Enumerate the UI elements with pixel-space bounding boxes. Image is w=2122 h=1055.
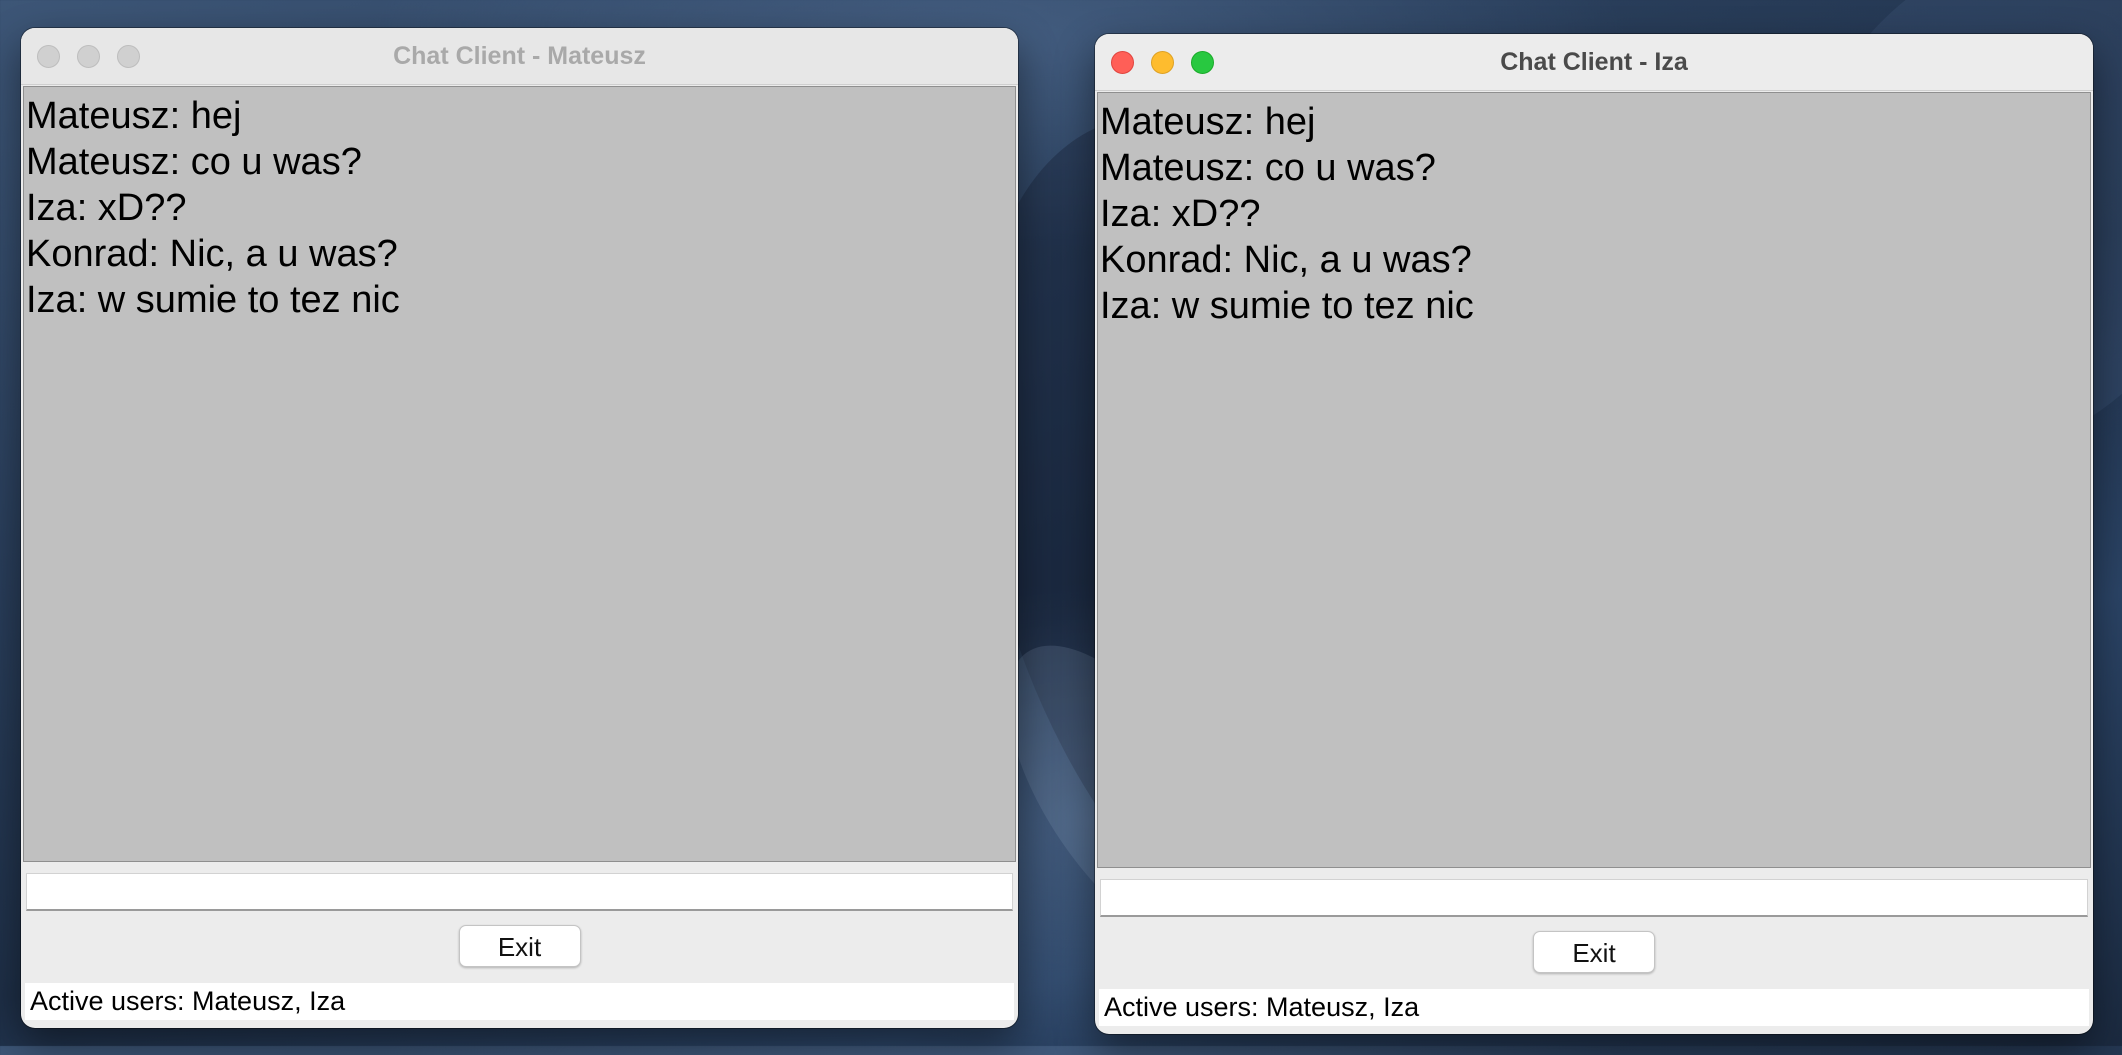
- window-titlebar[interactable]: Chat Client - Mateusz: [21, 28, 1018, 85]
- window-titlebar[interactable]: Chat Client - Iza: [1095, 34, 2093, 91]
- chat-message: Iza: xD??: [1100, 193, 1261, 235]
- chat-message: Mateusz: co u was?: [1100, 147, 1436, 189]
- message-input[interactable]: [26, 873, 1013, 911]
- chat-message: Iza: xD??: [26, 187, 187, 229]
- chat-message: Konrad: Nic, a u was?: [26, 233, 398, 275]
- chat-message: Iza: w sumie to tez nic: [26, 279, 400, 321]
- chat-message: Konrad: Nic, a u was?: [1100, 239, 1472, 281]
- chat-message: Mateusz: hej: [26, 95, 242, 137]
- chat-message: Mateusz: hej: [1100, 101, 1316, 143]
- chat-window-iza[interactable]: Chat Client - Iza Mateusz: hej Mateusz: …: [1095, 34, 2093, 1034]
- window-title: Chat Client - Iza: [1500, 48, 1688, 76]
- window-title: Chat Client - Mateusz: [393, 42, 646, 70]
- active-users-status: Active users: Mateusz, Iza: [25, 983, 1014, 1020]
- active-users-status: Active users: Mateusz, Iza: [1099, 989, 2089, 1026]
- chat-messages-area[interactable]: Mateusz: hej Mateusz: co u was? Iza: xD?…: [23, 86, 1016, 862]
- chat-message: Iza: w sumie to tez nic: [1100, 285, 1474, 327]
- chat-messages-area[interactable]: Mateusz: hej Mateusz: co u was? Iza: xD?…: [1097, 92, 2091, 868]
- exit-button[interactable]: Exit: [458, 925, 581, 967]
- chat-message: Mateusz: co u was?: [26, 141, 362, 183]
- exit-button[interactable]: Exit: [1533, 931, 1655, 973]
- chat-window-mateusz[interactable]: Chat Client - Mateusz Mateusz: hej Mateu…: [21, 28, 1018, 1028]
- message-input[interactable]: [1100, 879, 2088, 917]
